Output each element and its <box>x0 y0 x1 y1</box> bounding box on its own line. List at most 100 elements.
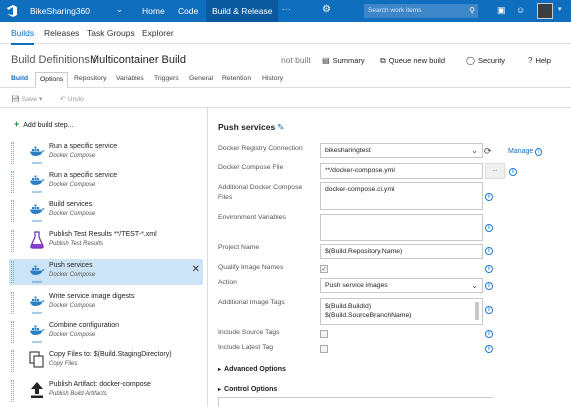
user-avatar[interactable] <box>537 3 553 19</box>
step-type: Publish Test Results <box>49 241 104 247</box>
build-step-item[interactable]: docker Run a specific service Docker Compo… <box>9 140 203 166</box>
tab-retention[interactable]: Retention <box>222 75 251 82</box>
env-vars-textarea[interactable] <box>320 214 483 241</box>
chevron-down-icon: ⌄ <box>471 281 478 290</box>
project-name-input[interactable]: $(Build.Repository.Name) <box>320 244 483 259</box>
build-step-item[interactable]: docker Push services Docker Compose ✕ <box>9 259 203 285</box>
advanced-options-toggle[interactable]: ▸ Advanced Options <box>218 366 286 373</box>
tab-build[interactable]: Build <box>11 75 28 82</box>
queue-build-button[interactable]: ⧉ Queue new build <box>380 56 445 66</box>
hub-explorer[interactable]: Explorer <box>142 28 174 38</box>
settings-gear-icon[interactable]: ⚙ <box>322 4 331 15</box>
vsts-logo-icon[interactable] <box>6 5 18 17</box>
source-tags-label: Include Source Tags <box>218 329 280 336</box>
build-step-item[interactable]: Publish Artifact: docker-compose Publish … <box>9 378 203 404</box>
breadcrumb[interactable]: Build Definitions / <box>11 54 96 66</box>
step-type: Docker Compose <box>49 272 96 278</box>
compose-file-input[interactable]: **/docker-compose.yml <box>320 163 483 179</box>
drag-handle[interactable] <box>11 380 14 402</box>
build-step-item[interactable]: docker Write service image digests Docker … <box>9 290 203 316</box>
drag-handle[interactable] <box>11 350 14 372</box>
advanced-options-label: Advanced Options <box>224 366 286 373</box>
info-icon[interactable]: i <box>509 168 517 176</box>
info-icon[interactable]: i <box>485 193 493 201</box>
hub-builds[interactable]: Builds <box>11 28 35 45</box>
drag-handle[interactable] <box>11 142 14 164</box>
flask-icon <box>29 231 45 249</box>
nav-build-release[interactable]: Build & Release <box>206 0 279 22</box>
tab-general[interactable]: General <box>189 75 213 82</box>
marketplace-bag-icon[interactable]: ▣ <box>497 5 506 16</box>
nav-home[interactable]: Home <box>142 6 165 16</box>
latest-tag-checkbox[interactable] <box>320 345 328 353</box>
tab-variables[interactable]: Variables <box>116 75 144 82</box>
undo-button[interactable]: ↶ Undo <box>60 95 84 103</box>
info-icon[interactable]: i <box>485 330 493 338</box>
drag-handle[interactable] <box>11 321 14 343</box>
security-button[interactable]: ◯ Security <box>466 56 505 65</box>
save-button[interactable]: 💾︎ Save ▾ <box>11 95 42 103</box>
tab-repository[interactable]: Repository <box>74 75 107 82</box>
browse-button[interactable]: ... <box>485 163 505 179</box>
project-chevron-down-icon[interactable]: ⌄ <box>116 5 123 14</box>
info-icon[interactable]: i <box>485 247 493 255</box>
summary-button[interactable]: ▤ Summary <box>322 56 365 65</box>
action-select[interactable]: Push service images ⌄ <box>320 278 483 293</box>
docker-icon: docker <box>29 143 45 165</box>
additional-files-textarea[interactable]: docker-compose.ci.yml <box>320 182 483 210</box>
drag-handle[interactable] <box>11 261 14 283</box>
step-name: Publish Artifact: docker-compose <box>49 381 151 388</box>
refresh-icon[interactable]: ⟳ <box>484 146 492 157</box>
search-input[interactable]: Search work items ⚲ <box>364 4 478 18</box>
info-icon[interactable]: i <box>485 306 493 314</box>
source-tags-checkbox[interactable] <box>320 330 328 338</box>
registry-select[interactable]: bikesharingtest ⌄ <box>320 143 483 158</box>
more-nav-icon[interactable]: ··· <box>282 4 291 14</box>
info-icon[interactable]: i <box>485 345 493 353</box>
add-build-step-button[interactable]: + Add build step... <box>14 119 73 129</box>
build-step-item[interactable]: docker Combine configuration Docker Compos… <box>9 319 203 345</box>
feedback-smiley-icon[interactable]: ☺ <box>516 5 525 15</box>
nav-code[interactable]: Code <box>178 6 198 16</box>
drag-handle[interactable] <box>11 200 14 222</box>
info-icon[interactable]: i <box>485 224 493 232</box>
qualify-checkbox[interactable]: ✓ <box>320 265 328 273</box>
info-icon[interactable]: i <box>485 282 493 290</box>
build-step-item[interactable]: Publish Test Results **/TEST-*.xml Publis… <box>9 228 203 254</box>
help-button[interactable]: ? Help <box>528 56 551 65</box>
hub-releases[interactable]: Releases <box>44 28 79 38</box>
build-step-item[interactable]: docker Run a specific service Docker Compo… <box>9 169 203 195</box>
definition-header: Build Definitions / Multicontainer Build… <box>0 50 571 70</box>
task-title: Push services ✎ <box>218 122 284 133</box>
build-step-item[interactable]: Copy Files to: $(Build.StagingDirectory)… <box>9 348 203 374</box>
tab-history[interactable]: History <box>262 75 283 82</box>
drag-handle[interactable] <box>11 292 14 314</box>
info-icon[interactable]: i <box>485 265 493 273</box>
hub-task-groups[interactable]: Task Groups <box>87 28 135 38</box>
drag-handle[interactable] <box>11 171 14 193</box>
docker-icon: docker <box>29 322 45 344</box>
project-name[interactable]: BikeSharing360 <box>30 6 90 16</box>
help-label: Help <box>535 56 551 65</box>
control-options-toggle[interactable]: ▸ Control Options <box>218 386 277 393</box>
compose-file-label: Docker Compose File <box>218 164 284 171</box>
tab-options[interactable]: Options <box>35 72 69 88</box>
top-nav-bar: BikeSharing360 ⌄ Home Code Build & Relea… <box>0 0 571 22</box>
undo-label: Undo <box>67 96 84 103</box>
tab-triggers[interactable]: Triggers <box>154 75 179 82</box>
remove-step-close-icon[interactable]: ✕ <box>192 264 200 275</box>
manage-link[interactable]: Manage i <box>508 148 543 156</box>
build-status-text: not built <box>281 55 311 65</box>
search-icon[interactable]: ⚲ <box>469 6 475 15</box>
additional-tags-textarea[interactable]: $(Build.BuildId) $(Build.SourceBranchNam… <box>320 298 483 325</box>
definition-tabs: Build Options Repository Variables Trigg… <box>0 72 571 88</box>
drag-handle[interactable] <box>11 230 14 252</box>
build-step-item[interactable]: docker Build services Docker Compose <box>9 198 203 224</box>
scrollbar[interactable] <box>475 302 479 320</box>
additional-tags-label: Additional Image Tags <box>218 299 285 306</box>
project-name-label: Project Name <box>218 244 260 251</box>
avatar-chevron-down-icon[interactable]: ▾ <box>558 5 562 13</box>
edit-pencil-icon[interactable]: ✎ <box>277 122 284 132</box>
step-name: Copy Files to: $(Build.StagingDirectory) <box>49 351 172 358</box>
registry-value: bikesharingtest <box>325 147 371 154</box>
